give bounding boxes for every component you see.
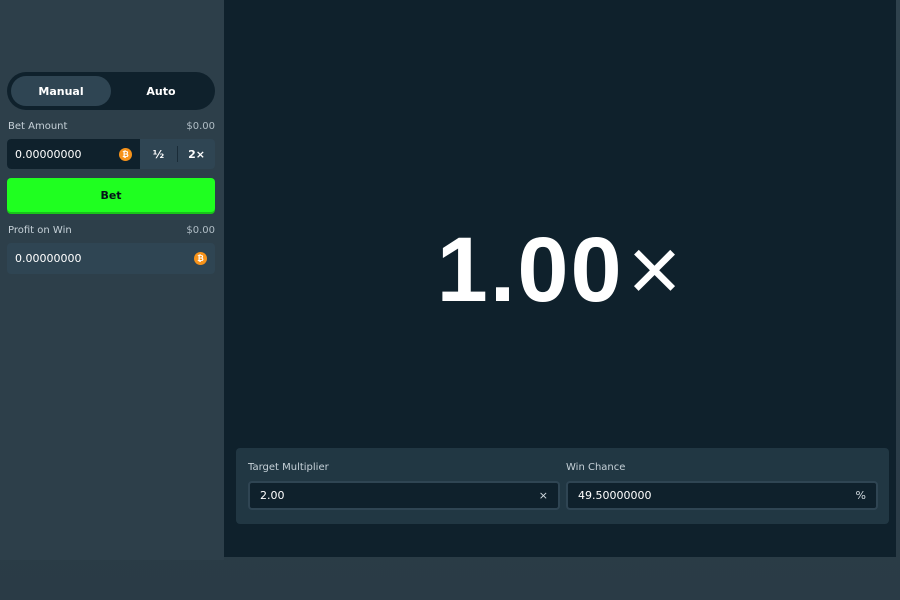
profit-value: 0.00000000	[15, 252, 82, 265]
bet-amount-label: Bet Amount	[8, 121, 68, 132]
target-multiplier-block: Target Multiplier 2.00 ×	[248, 462, 560, 510]
bitcoin-icon: ₿	[119, 147, 132, 161]
result-multiplier: 1.00×	[224, 220, 896, 320]
profit-label-row: Profit on Win $0.00	[8, 225, 215, 236]
percent-icon: %	[855, 489, 866, 502]
result-value: 1.00	[436, 219, 624, 321]
profit-on-win-label: Profit on Win	[8, 225, 72, 236]
tab-manual[interactable]: Manual	[11, 76, 111, 106]
double-bet-button[interactable]: 2×	[178, 139, 215, 169]
target-multiplier-label: Target Multiplier	[248, 462, 329, 473]
bet-button[interactable]: Bet	[7, 178, 215, 212]
game-area: 1.00× Target Multiplier 2.00 × Win Chanc…	[224, 0, 896, 557]
bet-amount-usd: $0.00	[186, 121, 215, 132]
bet-sidebar: Manual Auto Bet Amount $0.00 0.00000000 …	[0, 0, 224, 560]
profit-on-win-field: 0.00000000 ₿	[7, 243, 215, 274]
limbo-game-page: Manual Auto Bet Amount $0.00 0.00000000 …	[0, 0, 900, 600]
win-chance-label: Win Chance	[566, 462, 626, 473]
target-multiplier-input[interactable]: 2.00 ×	[248, 481, 560, 510]
mode-toggle: Manual Auto	[7, 72, 215, 110]
win-chance-value: 49.50000000	[578, 489, 652, 502]
bet-amount-input[interactable]: 0.00000000 ₿	[7, 139, 140, 169]
bitcoin-icon: ₿	[194, 252, 207, 265]
target-multiplier-value: 2.00	[260, 489, 285, 502]
multiply-icon: ×	[627, 219, 684, 321]
win-chance-block: Win Chance 49.50000000 %	[566, 462, 878, 510]
win-chance-input[interactable]: 49.50000000 %	[566, 481, 878, 510]
tab-auto[interactable]: Auto	[111, 76, 211, 106]
bet-amount-label-row: Bet Amount $0.00	[8, 121, 215, 132]
half-bet-button[interactable]: ½	[140, 139, 177, 169]
bet-amount-group: 0.00000000 ₿ ½ 2×	[7, 139, 215, 169]
bet-amount-value: 0.00000000	[15, 147, 82, 161]
profit-usd: $0.00	[186, 225, 215, 236]
multiply-icon: ×	[538, 489, 548, 502]
game-controls: Target Multiplier 2.00 × Win Chance 49.5…	[236, 448, 889, 524]
